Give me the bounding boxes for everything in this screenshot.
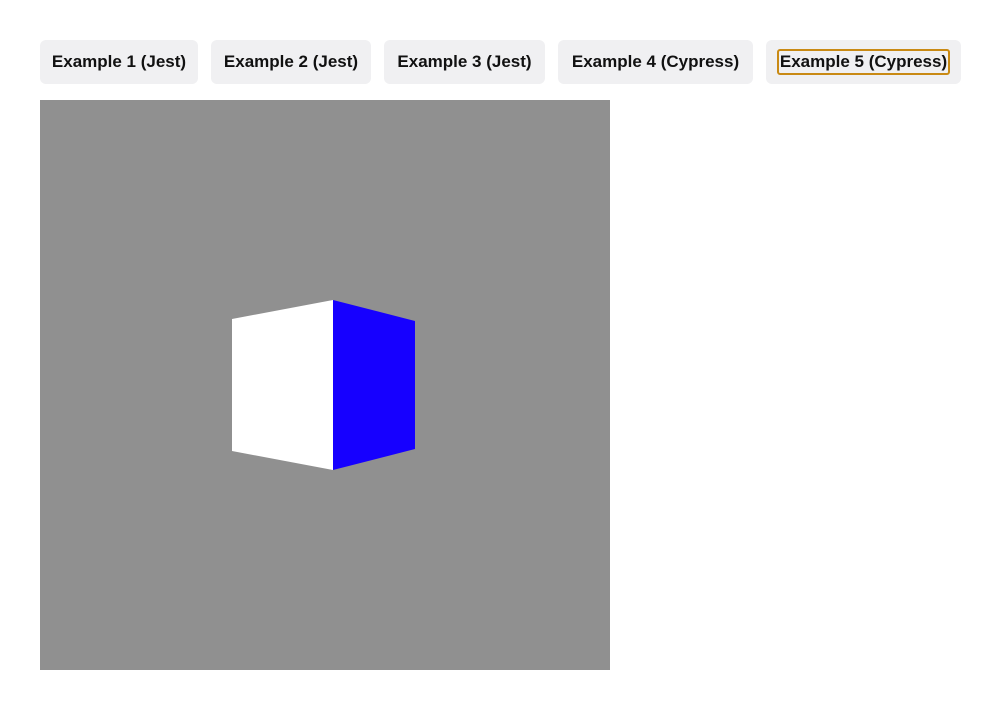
tab-example-1[interactable]: Example 1 (Jest) xyxy=(40,40,198,84)
tab-example-3-label: Example 3 (Jest) xyxy=(397,52,532,71)
tab-example-5-label: Example 5 (Cypress) xyxy=(776,49,951,75)
tab-example-1-label: Example 1 (Jest) xyxy=(51,52,187,71)
scene-svg xyxy=(40,100,610,670)
tab-example-2[interactable]: Example 2 (Jest) xyxy=(211,40,371,84)
tab-example-2-label: Example 2 (Jest) xyxy=(223,52,359,71)
cube-side-face xyxy=(333,300,415,470)
page: Example 1 (Jest) Example 2 (Jest) Exampl… xyxy=(0,0,1000,710)
tab-example-4[interactable]: Example 4 (Cypress) xyxy=(558,40,753,84)
cube-front-face xyxy=(232,300,333,470)
tab-example-5[interactable]: Example 5 (Cypress) xyxy=(766,40,961,84)
3d-canvas[interactable] xyxy=(40,100,610,670)
example-tabs: Example 1 (Jest) Example 2 (Jest) Exampl… xyxy=(40,40,961,84)
tab-example-3[interactable]: Example 3 (Jest) xyxy=(384,40,545,84)
tab-example-4-label: Example 4 (Cypress) xyxy=(571,52,740,71)
